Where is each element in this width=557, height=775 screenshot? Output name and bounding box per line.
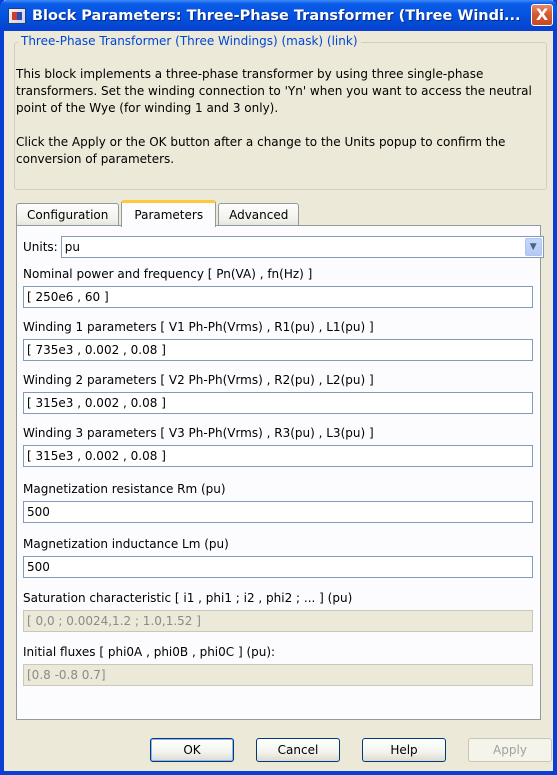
ok-button[interactable]: OK [150, 738, 234, 762]
saturation-param: Saturation characteristic [ i1 , phi1 ; … [23, 590, 533, 632]
initial-fluxes-label: Initial fluxes [ phi0A , phi0B , phi0C ]… [23, 645, 276, 659]
tab-bar: Configuration Parameters Advanced [16, 199, 301, 227]
description-paragraph-2: Click the Apply or the OK button after a… [16, 135, 506, 166]
tab-configuration[interactable]: Configuration [16, 203, 120, 226]
units-selected-value: pu [64, 240, 80, 254]
winding2-label: Winding 2 parameters [ V2 Ph-Ph(Vrms) , … [23, 373, 374, 387]
title-bar[interactable]: Block Parameters: Three-Phase Transforme… [0, 0, 557, 31]
magnetization-inductance-label: Magnetization inductance Lm (pu) [23, 537, 229, 551]
magnetization-resistance-field[interactable]: 500 [23, 501, 533, 523]
units-row: Units: pu ▼ [23, 236, 544, 258]
saturation-field: [ 0,0 ; 0.0024,1.2 ; 1.0,1.52 ] [23, 610, 533, 632]
apply-button: Apply [468, 738, 552, 762]
winding3-param: Winding 3 parameters [ V3 Ph-Ph(Vrms) , … [23, 425, 533, 467]
winding2-field[interactable]: [ 315e3 , 0.002 , 0.08 ] [23, 392, 533, 414]
description-legend: Three-Phase Transformer (Three Windings)… [18, 34, 361, 48]
help-button[interactable]: Help [362, 738, 446, 762]
units-dropdown[interactable]: pu ▼ [60, 236, 544, 258]
magnetization-inductance-param: Magnetization inductance Lm (pu) 500 [23, 536, 533, 578]
parameters-panel: Units: pu ▼ Nominal power and frequency … [16, 225, 544, 720]
magnetization-inductance-field[interactable]: 500 [23, 556, 533, 578]
nominal-power-param: Nominal power and frequency [ Pn(VA) , f… [23, 266, 533, 308]
chevron-down-icon[interactable]: ▼ [524, 238, 542, 256]
saturation-label: Saturation characteristic [ i1 , phi1 ; … [23, 591, 353, 605]
units-label: Units: [23, 240, 58, 254]
winding2-param: Winding 2 parameters [ V2 Ph-Ph(Vrms) , … [23, 372, 533, 414]
initial-fluxes-param: Initial fluxes [ phi0A , phi0B , phi0C ]… [23, 644, 533, 686]
tab-parameters[interactable]: Parameters [121, 200, 217, 227]
magnetization-resistance-param: Magnetization resistance Rm (pu) 500 [23, 481, 533, 523]
winding3-label: Winding 3 parameters [ V3 Ph-Ph(Vrms) , … [23, 426, 374, 440]
winding1-field[interactable]: [ 735e3 , 0.002 , 0.08 ] [23, 339, 533, 361]
tab-advanced[interactable]: Advanced [218, 203, 300, 226]
winding1-param: Winding 1 parameters [ V1 Ph-Ph(Vrms) , … [23, 319, 533, 361]
winding1-label: Winding 1 parameters [ V1 Ph-Ph(Vrms) , … [23, 320, 374, 334]
simulink-block-icon [8, 7, 26, 24]
nominal-power-label: Nominal power and frequency [ Pn(VA) , f… [23, 267, 313, 281]
description-paragraph-1: This block implements a three-phase tran… [16, 67, 532, 115]
description-text: This block implements a three-phase tran… [16, 66, 541, 185]
magnetization-resistance-label: Magnetization resistance Rm (pu) [23, 482, 226, 496]
window-title: Block Parameters: Three-Phase Transforme… [32, 7, 521, 24]
dialog-button-row: OK Cancel Help Apply [0, 738, 552, 762]
close-button[interactable]: X [531, 4, 553, 26]
cancel-button[interactable]: Cancel [256, 738, 340, 762]
initial-fluxes-field: [0.8 -0.8 0.7] [23, 664, 533, 686]
winding3-field[interactable]: [ 315e3 , 0.002 , 0.08 ] [23, 445, 533, 467]
nominal-power-field[interactable]: [ 250e6 , 60 ] [23, 286, 533, 308]
